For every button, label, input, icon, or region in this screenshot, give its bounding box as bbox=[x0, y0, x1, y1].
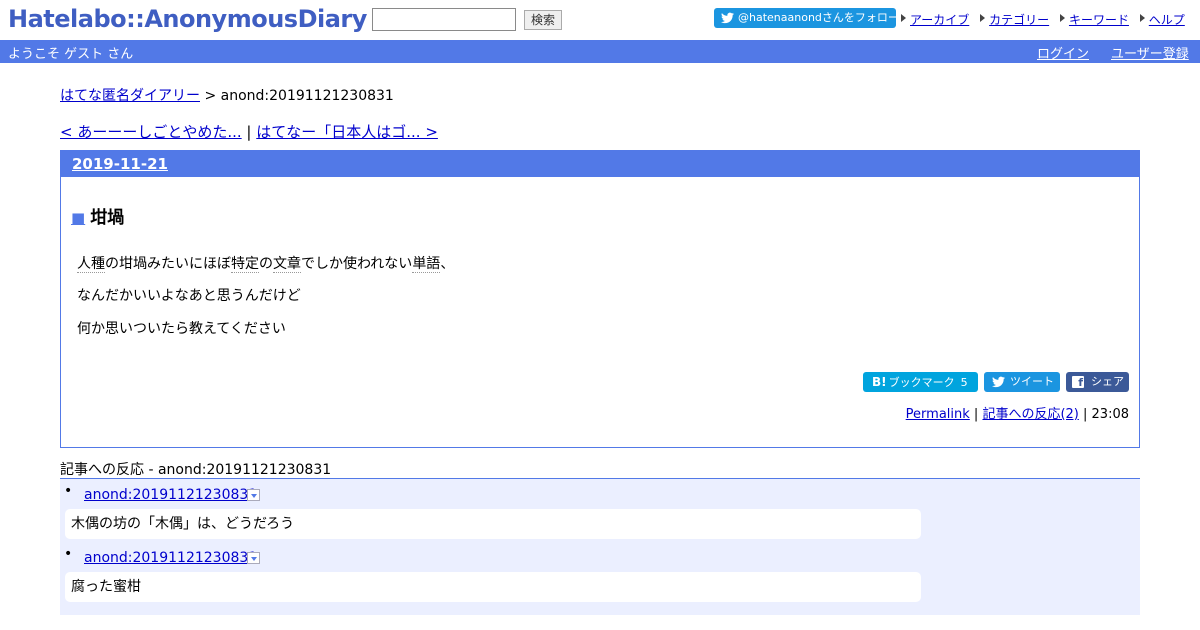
breadcrumb-separator: > bbox=[200, 88, 221, 104]
arrow-right-icon bbox=[1059, 14, 1065, 22]
tweet-label: ツイート bbox=[1010, 375, 1054, 388]
entry-text: の坩堝みたいにほぼ bbox=[105, 256, 231, 272]
prev-entry-link[interactable]: < あーーーしごとやめた... bbox=[60, 123, 242, 141]
tweet-button[interactable]: ツイート bbox=[984, 372, 1060, 392]
welcome-text: ようこそ ゲスト さん bbox=[8, 47, 134, 62]
twitter-follow-button[interactable]: @hatenaanondさんをフォロー bbox=[714, 8, 899, 28]
follow-label: @hatenaanondさんをフォロー bbox=[738, 11, 899, 24]
login-link[interactable]: ログイン bbox=[1037, 43, 1089, 62]
register-link[interactable]: ユーザー登録 bbox=[1111, 43, 1189, 62]
arrow-right-icon bbox=[901, 14, 906, 22]
nav-keyword[interactable]: キーワード bbox=[1069, 13, 1129, 27]
footer-separator: | bbox=[969, 407, 983, 422]
entry-text: の bbox=[259, 256, 273, 272]
entry-paragraph: なんだかいいよなあと思うんだけど bbox=[77, 288, 301, 304]
breadcrumb-current: anond:20191121230831 bbox=[220, 88, 394, 104]
social-buttons: B! ブックマーク 5 ツイート f シェア bbox=[61, 372, 1139, 392]
search-input[interactable] bbox=[372, 8, 516, 31]
reactions-list: • anond:20191121230831 木偶の坊の「木偶」は、どうだろう … bbox=[60, 478, 1140, 615]
keyword-link[interactable]: 文章 bbox=[273, 256, 301, 273]
reactions-heading: 記事への反応 - anond:20191121230831 bbox=[60, 462, 332, 478]
entry-paragraph: 人種の坩堝みたいにほぼ特定の文章でしか使われない単語、 bbox=[77, 253, 454, 273]
list-bullet: • bbox=[64, 483, 73, 499]
footer-separator: | bbox=[1078, 407, 1092, 422]
reaction-body: 木偶の坊の「木偶」は、どうだろう bbox=[65, 509, 921, 539]
reactions-link[interactable]: 記事への反応(2) bbox=[982, 407, 1078, 422]
hatena-bookmark-label: ブックマーク bbox=[888, 376, 955, 389]
pager-separator: | bbox=[241, 123, 257, 141]
twitter-icon bbox=[721, 12, 734, 24]
nav-category[interactable]: カテゴリー bbox=[989, 13, 1049, 27]
hatena-bookmark-button[interactable]: B! ブックマーク 5 bbox=[863, 372, 978, 392]
reaction-link[interactable]: anond:20191121230831 bbox=[84, 487, 257, 503]
keyword-link[interactable]: 人種 bbox=[77, 256, 105, 273]
entry-text: 、 bbox=[440, 256, 455, 272]
entry-title: ■ 坩堝 bbox=[71, 203, 124, 228]
dropdown-icon[interactable] bbox=[247, 489, 260, 501]
arrow-right-icon bbox=[1139, 14, 1145, 22]
entry-text: でしか使われない bbox=[301, 256, 413, 272]
site-logo[interactable]: Hatelabo::AnonymousDiary bbox=[8, 5, 367, 33]
entry-paragraph: 何か思いついたら教えてください bbox=[77, 321, 286, 337]
search-button[interactable]: 検索 bbox=[524, 10, 562, 30]
nav-help[interactable]: ヘルプ bbox=[1149, 13, 1185, 27]
list-bullet: • bbox=[64, 546, 73, 562]
site-header: Hatelabo::AnonymousDiary 検索 @hatenaanond… bbox=[0, 0, 1200, 40]
twitter-icon bbox=[992, 376, 1005, 388]
breadcrumb: はてな匿名ダイアリー > anond:20191121230831 bbox=[60, 85, 394, 105]
nav-archive[interactable]: アーカイブ bbox=[910, 13, 969, 27]
entry-footer: Permalink | 記事への反応(2) | 23:08 bbox=[906, 403, 1129, 422]
share-label: シェア bbox=[1091, 375, 1124, 388]
keyword-link[interactable]: 特定 bbox=[231, 256, 259, 273]
top-nav: アーカイブ カテゴリー キーワード ヘルプ bbox=[900, 11, 1191, 28]
next-entry-link[interactable]: はてなー「日本人はゴ... > bbox=[256, 123, 438, 141]
facebook-share-button[interactable]: f シェア bbox=[1066, 372, 1129, 392]
reaction-link[interactable]: anond:20191121230831 bbox=[84, 550, 257, 566]
entry-pager: < あーーーしごとやめた... | はてなー「日本人はゴ... > bbox=[60, 121, 438, 142]
day-header: 2019-11-21 bbox=[61, 151, 1139, 177]
dropdown-icon[interactable] bbox=[247, 552, 260, 564]
arrow-right-icon bbox=[980, 14, 986, 22]
hatena-bookmark-icon: B! bbox=[872, 375, 887, 389]
entry-time: 23:08 bbox=[1091, 407, 1129, 422]
day-date-link[interactable]: 2019-11-21 bbox=[72, 155, 168, 173]
user-bar: ようこそ ゲスト さん ログイン ユーザー登録 bbox=[0, 40, 1200, 63]
permalink[interactable]: Permalink bbox=[906, 407, 970, 422]
reaction-body: 腐った蜜柑 bbox=[65, 572, 921, 602]
day-section: 2019-11-21 ■ 坩堝 人種の坩堝みたいにほぼ特定の文章でしか使われない単… bbox=[60, 150, 1140, 448]
breadcrumb-home[interactable]: はてな匿名ダイアリー bbox=[60, 88, 200, 104]
bookmark-count: 5 bbox=[960, 376, 968, 389]
entry-anchor-square[interactable]: ■ bbox=[71, 209, 85, 227]
entry-title-text: 坩堝 bbox=[90, 208, 125, 228]
facebook-icon: f bbox=[1072, 376, 1084, 389]
keyword-link[interactable]: 単語 bbox=[412, 256, 441, 273]
